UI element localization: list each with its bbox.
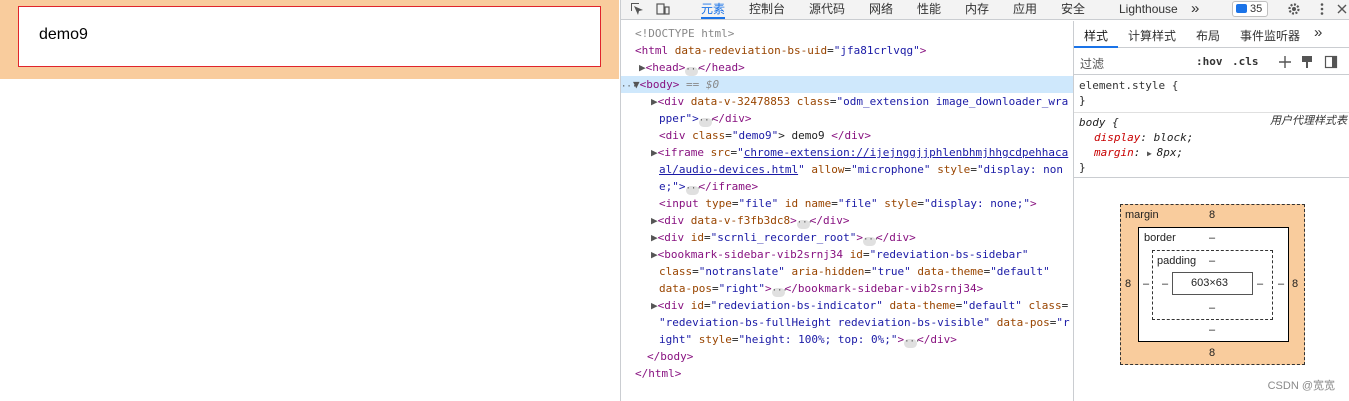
expand-triangle-icon[interactable]: ▶ — [651, 231, 658, 244]
devtools-tabbar: 元素 控制台 源代码 网络 性能 内存 应用 安全 Lighthouse » 3… — [621, 0, 1349, 20]
kebab-menu-icon[interactable] — [1315, 2, 1329, 16]
active-tab-underline — [1074, 46, 1118, 48]
tab-event-listeners[interactable]: 事件监听器 — [1240, 27, 1300, 44]
cls-button[interactable]: .cls — [1232, 55, 1259, 68]
expand-triangle-icon[interactable]: ▶ — [651, 95, 658, 108]
bookmark-sidebar-node[interactable]: ▶<bookmark-sidebar-vib2srnj34 id="redevi… — [651, 246, 1029, 263]
tab-sources[interactable]: 源代码 — [809, 0, 845, 19]
ellipsis-icon[interactable]: ··· — [862, 236, 879, 246]
styles-pane: 样式 计算样式 布局 事件监听器 » 过滤 :hov .cls element.… — [1073, 21, 1349, 401]
expand-triangle-icon[interactable]: ▶ — [651, 299, 658, 312]
bookmark-sidebar-node-cont2: data-pos="right">···</bookmark-sidebar-v… — [659, 282, 984, 297]
body-close-node[interactable]: </body> — [647, 348, 693, 365]
filter-input[interactable]: 过滤 — [1080, 55, 1104, 72]
device-toolbar-icon[interactable] — [656, 2, 670, 16]
div-odm-extension-node[interactable]: ▶<div data-v-32478853 class="odm_extensi… — [651, 93, 1068, 110]
margin-property[interactable]: margin: ▶ 8px; — [1094, 145, 1183, 161]
box-model-margin[interactable]: margin 8 8 8 8 border – – – – padding – … — [1120, 204, 1305, 365]
message-icon — [1236, 4, 1247, 13]
paint-brush-icon[interactable] — [1300, 55, 1314, 69]
ellipsis-icon[interactable]: ··· — [698, 117, 715, 127]
ellipsis-icon[interactable]: ··· — [771, 287, 788, 297]
hov-button[interactable]: :hov — [1196, 55, 1223, 68]
div-demo9-node[interactable]: <div class="demo9"> demo9 </div> — [659, 127, 871, 144]
tab-network[interactable]: 网络 — [869, 0, 893, 19]
expand-triangle-icon[interactable]: ▶ — [639, 61, 646, 74]
expand-triangle-icon[interactable]: ▶ — [651, 146, 658, 159]
demo9-element[interactable]: demo9 — [18, 6, 601, 67]
box-model-border[interactable]: border – – – – padding – – – – 603×63 — [1138, 227, 1289, 342]
tab-application[interactable]: 应用 — [1013, 0, 1037, 19]
bookmark-sidebar-node-cont1: class="notranslate" aria-hidden="true" d… — [659, 265, 1050, 278]
tab-layout[interactable]: 布局 — [1196, 27, 1220, 44]
doctype-node[interactable]: <!DOCTYPE html> — [635, 25, 734, 42]
styles-subtabs: 样式 计算样式 布局 事件监听器 » — [1074, 21, 1349, 48]
head-node[interactable]: ▶<head>···</head> — [639, 59, 745, 76]
csdn-watermark: CSDN @宽宽 — [1267, 380, 1335, 392]
html-close-node[interactable]: </html> — [635, 365, 681, 382]
tab-styles[interactable]: 样式 — [1084, 27, 1108, 44]
close-icon[interactable] — [1335, 2, 1349, 16]
box-model-padding[interactable]: padding – – – – 603×63 — [1152, 250, 1273, 320]
div-indicator-node[interactable]: ▶<div id="redeviation-bs-indicator" data… — [651, 297, 1068, 314]
expand-triangle-icon[interactable]: ▶ — [651, 248, 658, 261]
iframe-node-cont1: al/audio-devices.html" allow="microphone… — [659, 163, 1064, 176]
gear-icon[interactable] — [1287, 2, 1301, 16]
collapse-triangle-icon[interactable]: ▼ — [633, 78, 640, 91]
display-property[interactable]: display: block; — [1094, 130, 1193, 145]
iframe-node[interactable]: ▶<iframe src="chrome-extension://ijejngg… — [651, 144, 1068, 161]
iframe-node-cont2: e;">···</iframe> — [659, 180, 759, 195]
div-odm-extension-node-cont: pper">···</div> — [659, 112, 752, 127]
input-file-node[interactable]: <input type="file" id name="file" style=… — [659, 195, 1037, 212]
messages-badge[interactable]: 35 — [1232, 1, 1268, 17]
div-scrnli-node[interactable]: ▶<div id="scrnli_recorder_root">···</div… — [651, 229, 916, 246]
demo9-text: demo9 — [39, 26, 88, 43]
expand-triangle-icon[interactable]: ▶ — [651, 214, 658, 227]
div-indicator-node-cont2: ight" style="height: 100%; top: 0%;">···… — [659, 333, 957, 348]
message-count: 35 — [1250, 3, 1263, 15]
body-node-selected[interactable]: ···▼<body> == $0 — [621, 76, 1073, 93]
styles-filter-bar: 过滤 :hov .cls — [1074, 49, 1349, 75]
ellipsis-icon[interactable]: ··· — [796, 219, 813, 229]
page-preview: demo9 — [0, 0, 620, 401]
elements-tree[interactable]: <!DOCTYPE html> <html data-redeviation-b… — [621, 21, 1073, 401]
ellipsis-icon[interactable]: ··· — [685, 66, 702, 76]
tab-console[interactable]: 控制台 — [749, 0, 785, 19]
tab-computed[interactable]: 计算样式 — [1128, 27, 1176, 44]
sidebar-toggle-icon[interactable] — [1324, 55, 1338, 69]
user-agent-stylesheet-label: 用户代理样式表 — [1270, 115, 1347, 127]
div-f3fb3dc8-node[interactable]: ▶<div data-v-f3fb3dc8>···</div> — [651, 212, 849, 229]
ellipsis-icon[interactable]: ··· — [685, 185, 702, 195]
element-style-rule[interactable]: element.style { } — [1074, 77, 1349, 113]
more-subtabs-button[interactable]: » — [1314, 24, 1322, 41]
ellipsis-icon[interactable]: ··· — [904, 338, 920, 348]
body-ua-rule[interactable]: body { 用户代理样式表 display: block; margin: ▶… — [1074, 114, 1349, 178]
tab-memory[interactable]: 内存 — [965, 0, 989, 19]
ellipsis-icon[interactable]: ··· — [621, 83, 637, 93]
tab-security[interactable]: 安全 — [1061, 0, 1085, 19]
devtools-panel: 元素 控制台 源代码 网络 性能 内存 应用 安全 Lighthouse » 3… — [620, 0, 1349, 401]
tab-lighthouse[interactable]: Lighthouse — [1119, 0, 1178, 19]
tab-elements[interactable]: 元素 — [701, 0, 726, 19]
box-model-content[interactable]: 603×63 — [1172, 272, 1253, 295]
div-indicator-node-cont1: "redeviation-bs-fullHeight redeviation-b… — [659, 316, 1070, 329]
html-node[interactable]: <html data-redeviation-bs-uid="jfa81crlv… — [635, 42, 926, 59]
new-style-rule-icon[interactable] — [1278, 55, 1292, 69]
inspect-element-icon[interactable] — [630, 2, 644, 16]
more-tabs-button[interactable]: » — [1191, 0, 1199, 19]
tab-performance[interactable]: 性能 — [917, 0, 941, 19]
